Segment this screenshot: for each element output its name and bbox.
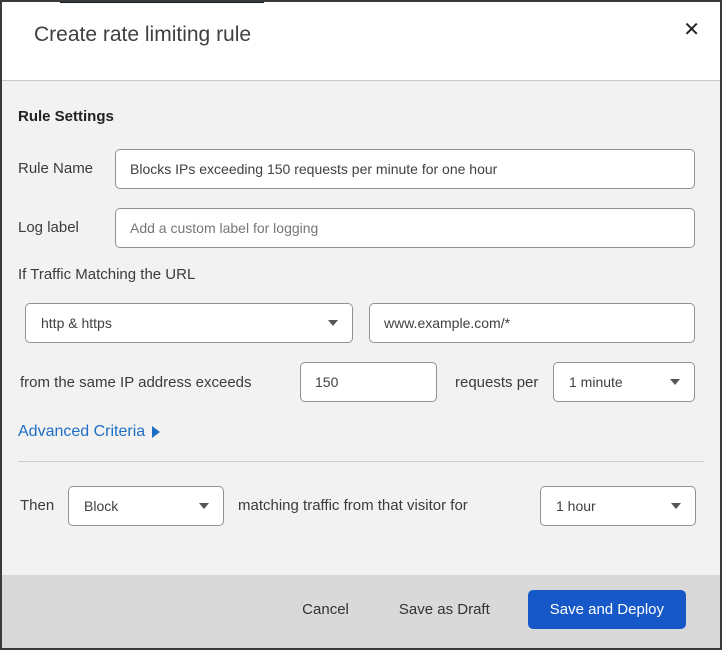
create-rate-limiting-rule-dialog: Create rate limiting rule ✕ Rule Setting… [0,0,722,650]
rule-settings-heading: Rule Settings [18,108,114,125]
action-select[interactable]: Block [68,486,224,526]
url-pattern-input[interactable] [369,303,695,343]
rule-name-input[interactable] [115,149,695,189]
dialog-title: Create rate limiting rule [34,23,252,46]
traffic-match-intro: If Traffic Matching the URL [18,266,196,283]
scheme-select[interactable]: http & https [25,303,353,343]
save-and-deploy-button[interactable]: Save and Deploy [527,590,686,629]
then-text: Then [20,497,55,514]
requests-per-text: requests per [455,374,539,391]
chevron-right-icon [152,426,161,438]
log-label-label: Log label [18,219,79,236]
exceeds-text: from the same IP address exceeds [20,374,252,391]
close-icon[interactable]: ✕ [677,14,706,46]
cancel-button[interactable]: Cancel [290,591,361,628]
rule-name-label: Rule Name [18,160,94,177]
request-count-input[interactable] [300,362,437,402]
section-divider [18,461,704,462]
advanced-criteria-link[interactable]: Advanced Criteria [18,423,161,441]
advanced-criteria-label: Advanced Criteria [18,423,146,440]
action-select-value: Block [84,498,119,514]
chevron-down-icon [328,320,338,326]
matching-traffic-text: matching traffic from that visitor for [238,497,468,514]
save-as-draft-button[interactable]: Save as Draft [387,591,502,628]
duration-select[interactable]: 1 hour [540,486,696,526]
chevron-down-icon [670,379,680,385]
period-select[interactable]: 1 minute [553,362,695,402]
footer-actions: Cancel Save as Draft Save and Deploy [290,590,686,629]
period-select-value: 1 minute [569,374,623,390]
duration-select-value: 1 hour [556,498,596,514]
log-label-input[interactable] [115,208,695,248]
chevron-down-icon [199,503,209,509]
background-page-strip [60,2,264,3]
chevron-down-icon [671,503,681,509]
scheme-select-value: http & https [41,315,112,331]
dialog-header: Create rate limiting rule ✕ [2,2,720,80]
